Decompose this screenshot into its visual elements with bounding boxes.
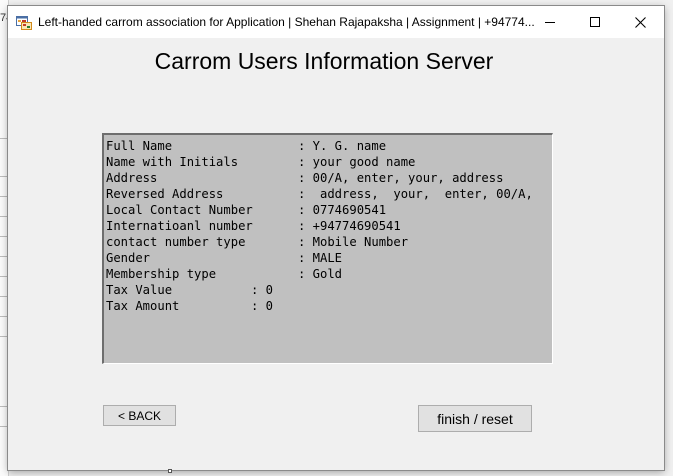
app-window: Left-handed carrom association for Appli… bbox=[8, 6, 664, 470]
maximize-icon bbox=[589, 17, 600, 27]
window-title: Left-handed carrom association for Appli… bbox=[38, 15, 535, 29]
app-form-icon[interactable] bbox=[16, 14, 32, 30]
info-value: : 00/A, enter, your, address bbox=[298, 171, 504, 185]
title-bar[interactable]: Left-handed carrom association for Appli… bbox=[8, 6, 664, 38]
page-title: Carrom Users Information Server bbox=[154, 48, 494, 74]
info-label: Address bbox=[106, 171, 158, 185]
background-divider bbox=[0, 176, 8, 177]
info-value: : 0 bbox=[251, 299, 274, 313]
info-row-reversed-address: Reversed Address : address, your, enter,… bbox=[106, 186, 533, 202]
info-value: : Mobile Number bbox=[298, 235, 409, 249]
close-icon bbox=[635, 16, 646, 28]
info-label: Gender bbox=[106, 251, 151, 265]
background-divider bbox=[0, 236, 8, 237]
minimize-icon bbox=[544, 22, 555, 23]
info-value: : your good name bbox=[298, 155, 416, 169]
info-row-full-name: Full Name : Y. G. name bbox=[106, 138, 386, 154]
background-divider bbox=[0, 336, 8, 337]
background-divider bbox=[0, 316, 8, 317]
info-label: contact number type bbox=[106, 235, 246, 249]
finish-reset-button[interactable]: finish / reset bbox=[418, 405, 532, 432]
background-divider bbox=[0, 426, 8, 427]
info-value: : +94774690541 bbox=[298, 219, 401, 233]
info-value: : MALE bbox=[298, 251, 343, 265]
info-label: Internatioanl number bbox=[106, 219, 253, 233]
info-label: Local Contact Number bbox=[106, 203, 253, 217]
info-row-international-number: Internatioanl number : +94774690541 bbox=[106, 218, 401, 234]
minimize-button[interactable] bbox=[527, 6, 572, 38]
info-row-contact-type: contact number type : Mobile Number bbox=[106, 234, 408, 250]
info-label: Tax Amount bbox=[106, 299, 180, 313]
close-button[interactable] bbox=[618, 6, 663, 38]
info-label: Reversed Address bbox=[106, 187, 224, 201]
info-value: : Gold bbox=[298, 267, 343, 281]
background-divider bbox=[0, 196, 8, 197]
background-divider bbox=[0, 276, 8, 277]
info-value: : 0774690541 bbox=[298, 203, 387, 217]
info-row-name-initials: Name with Initials : your good name bbox=[106, 154, 415, 170]
info-row-address: Address : 00/A, enter, your, address bbox=[106, 170, 503, 186]
info-row-tax-amount: Tax Amount : 0 bbox=[106, 298, 273, 314]
form-client-area: Carrom Users Information Server Full Nam… bbox=[8, 38, 664, 470]
background-divider bbox=[0, 406, 8, 407]
info-value: : address, your, enter, 00/A, bbox=[298, 187, 533, 201]
info-row-membership: Membership type : Gold bbox=[106, 266, 342, 282]
info-label: Tax Value bbox=[106, 283, 173, 297]
user-info-textbox[interactable]: Full Name : Y. G. name Name with Initial… bbox=[102, 133, 553, 364]
info-value: : Y. G. name bbox=[298, 139, 387, 153]
info-value: : 0 bbox=[251, 283, 274, 297]
info-label: Membership type bbox=[106, 267, 217, 281]
background-divider bbox=[0, 138, 8, 139]
maximize-button[interactable] bbox=[572, 6, 617, 38]
info-row-local-contact: Local Contact Number : 0774690541 bbox=[106, 202, 386, 218]
info-row-tax-value: Tax Value : 0 bbox=[106, 282, 273, 298]
info-row-gender: Gender : MALE bbox=[106, 250, 342, 266]
resize-handle[interactable] bbox=[168, 469, 172, 473]
back-button[interactable]: < BACK bbox=[103, 405, 176, 426]
background-divider bbox=[0, 216, 8, 217]
background-divider bbox=[0, 256, 8, 257]
info-label: Name with Initials bbox=[106, 155, 239, 169]
info-label: Full Name bbox=[106, 139, 173, 153]
background-divider bbox=[0, 296, 8, 297]
